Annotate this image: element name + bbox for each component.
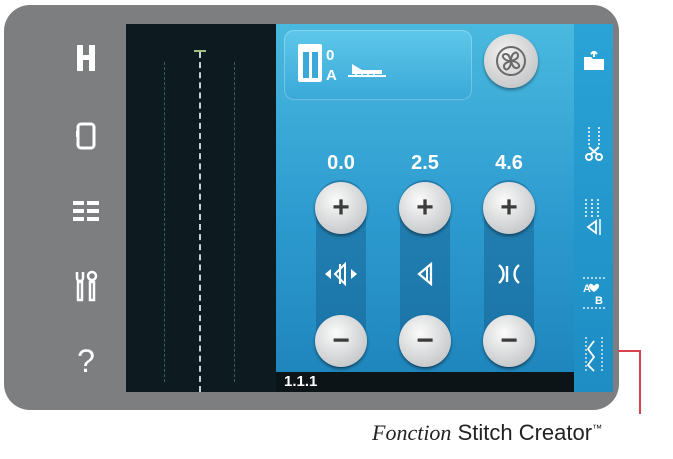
presser-foot-icon: 0 A [298,42,344,91]
fan-icon[interactable] [484,34,538,88]
stitch-length-value: 4.6 [495,152,523,174]
stitch-number: 1.1.1 [284,373,318,390]
decrease-position-button[interactable]: − [315,315,367,367]
callout-line [639,350,641,414]
decrease-length-button[interactable]: − [483,315,535,367]
presser-label-bottom: A [326,67,337,84]
increase-width-button[interactable]: + [399,182,451,234]
help-glyph: ? [77,342,95,379]
stitch-position-control: 0.0 + − [306,152,376,370]
tools-settings-icon[interactable] [42,261,130,311]
status-bar: 1.1.1 [276,372,574,392]
stitch-creator-icon[interactable] [574,326,613,384]
caption-text: Stitch Creator [457,420,593,445]
stitch-width-value: 2.5 [411,152,439,174]
stitch-width-control: 2.5 + − [390,152,460,370]
file-folder-icon[interactable] [574,32,613,90]
stitch-mirror-icon[interactable] [574,188,613,246]
right-tab-bar: AB [574,24,613,392]
feature-caption: Fonction Stitch Creator™ [372,420,602,446]
stitch-length-icon [474,254,544,294]
stitch-line [199,52,201,392]
left-toolbar: ? [42,33,130,400]
guide-line [234,62,235,382]
stitch-position-icon [306,254,376,294]
stitch-preview[interactable] [126,24,276,392]
foot-pressure-icon [346,48,388,83]
stitch-width-icon [390,254,460,294]
alphabet-ab-icon[interactable]: AB [574,264,613,322]
sewing-screen: 0 A 0.0 + − 2.5 + − 4.6 + − 1.1.1 A B [126,24,613,392]
presser-label-top: 0 [326,47,334,64]
svg-text:B: B [595,295,603,307]
caption-trademark: ™ [592,423,603,435]
stitch-position-value: 0.0 [327,152,355,174]
help-icon[interactable]: ? [42,336,130,386]
callout-line [618,350,640,352]
menu-list-icon[interactable] [42,186,130,236]
embroidery-frame-icon[interactable] [42,110,130,160]
stitch-length-control: 4.6 + − [474,152,544,370]
increase-length-button[interactable]: + [483,182,535,234]
sewing-mode-icon[interactable] [42,33,130,83]
increase-position-button[interactable]: + [315,182,367,234]
presser-foot-box[interactable]: 0 A [284,30,472,100]
caption-italic: Fonction [372,420,452,445]
stitch-settings-panel: 0 A 0.0 + − 2.5 + − 4.6 + − [276,24,574,372]
guide-line [164,62,165,382]
decrease-width-button[interactable]: − [399,315,451,367]
thread-cutter-icon[interactable] [574,116,613,174]
